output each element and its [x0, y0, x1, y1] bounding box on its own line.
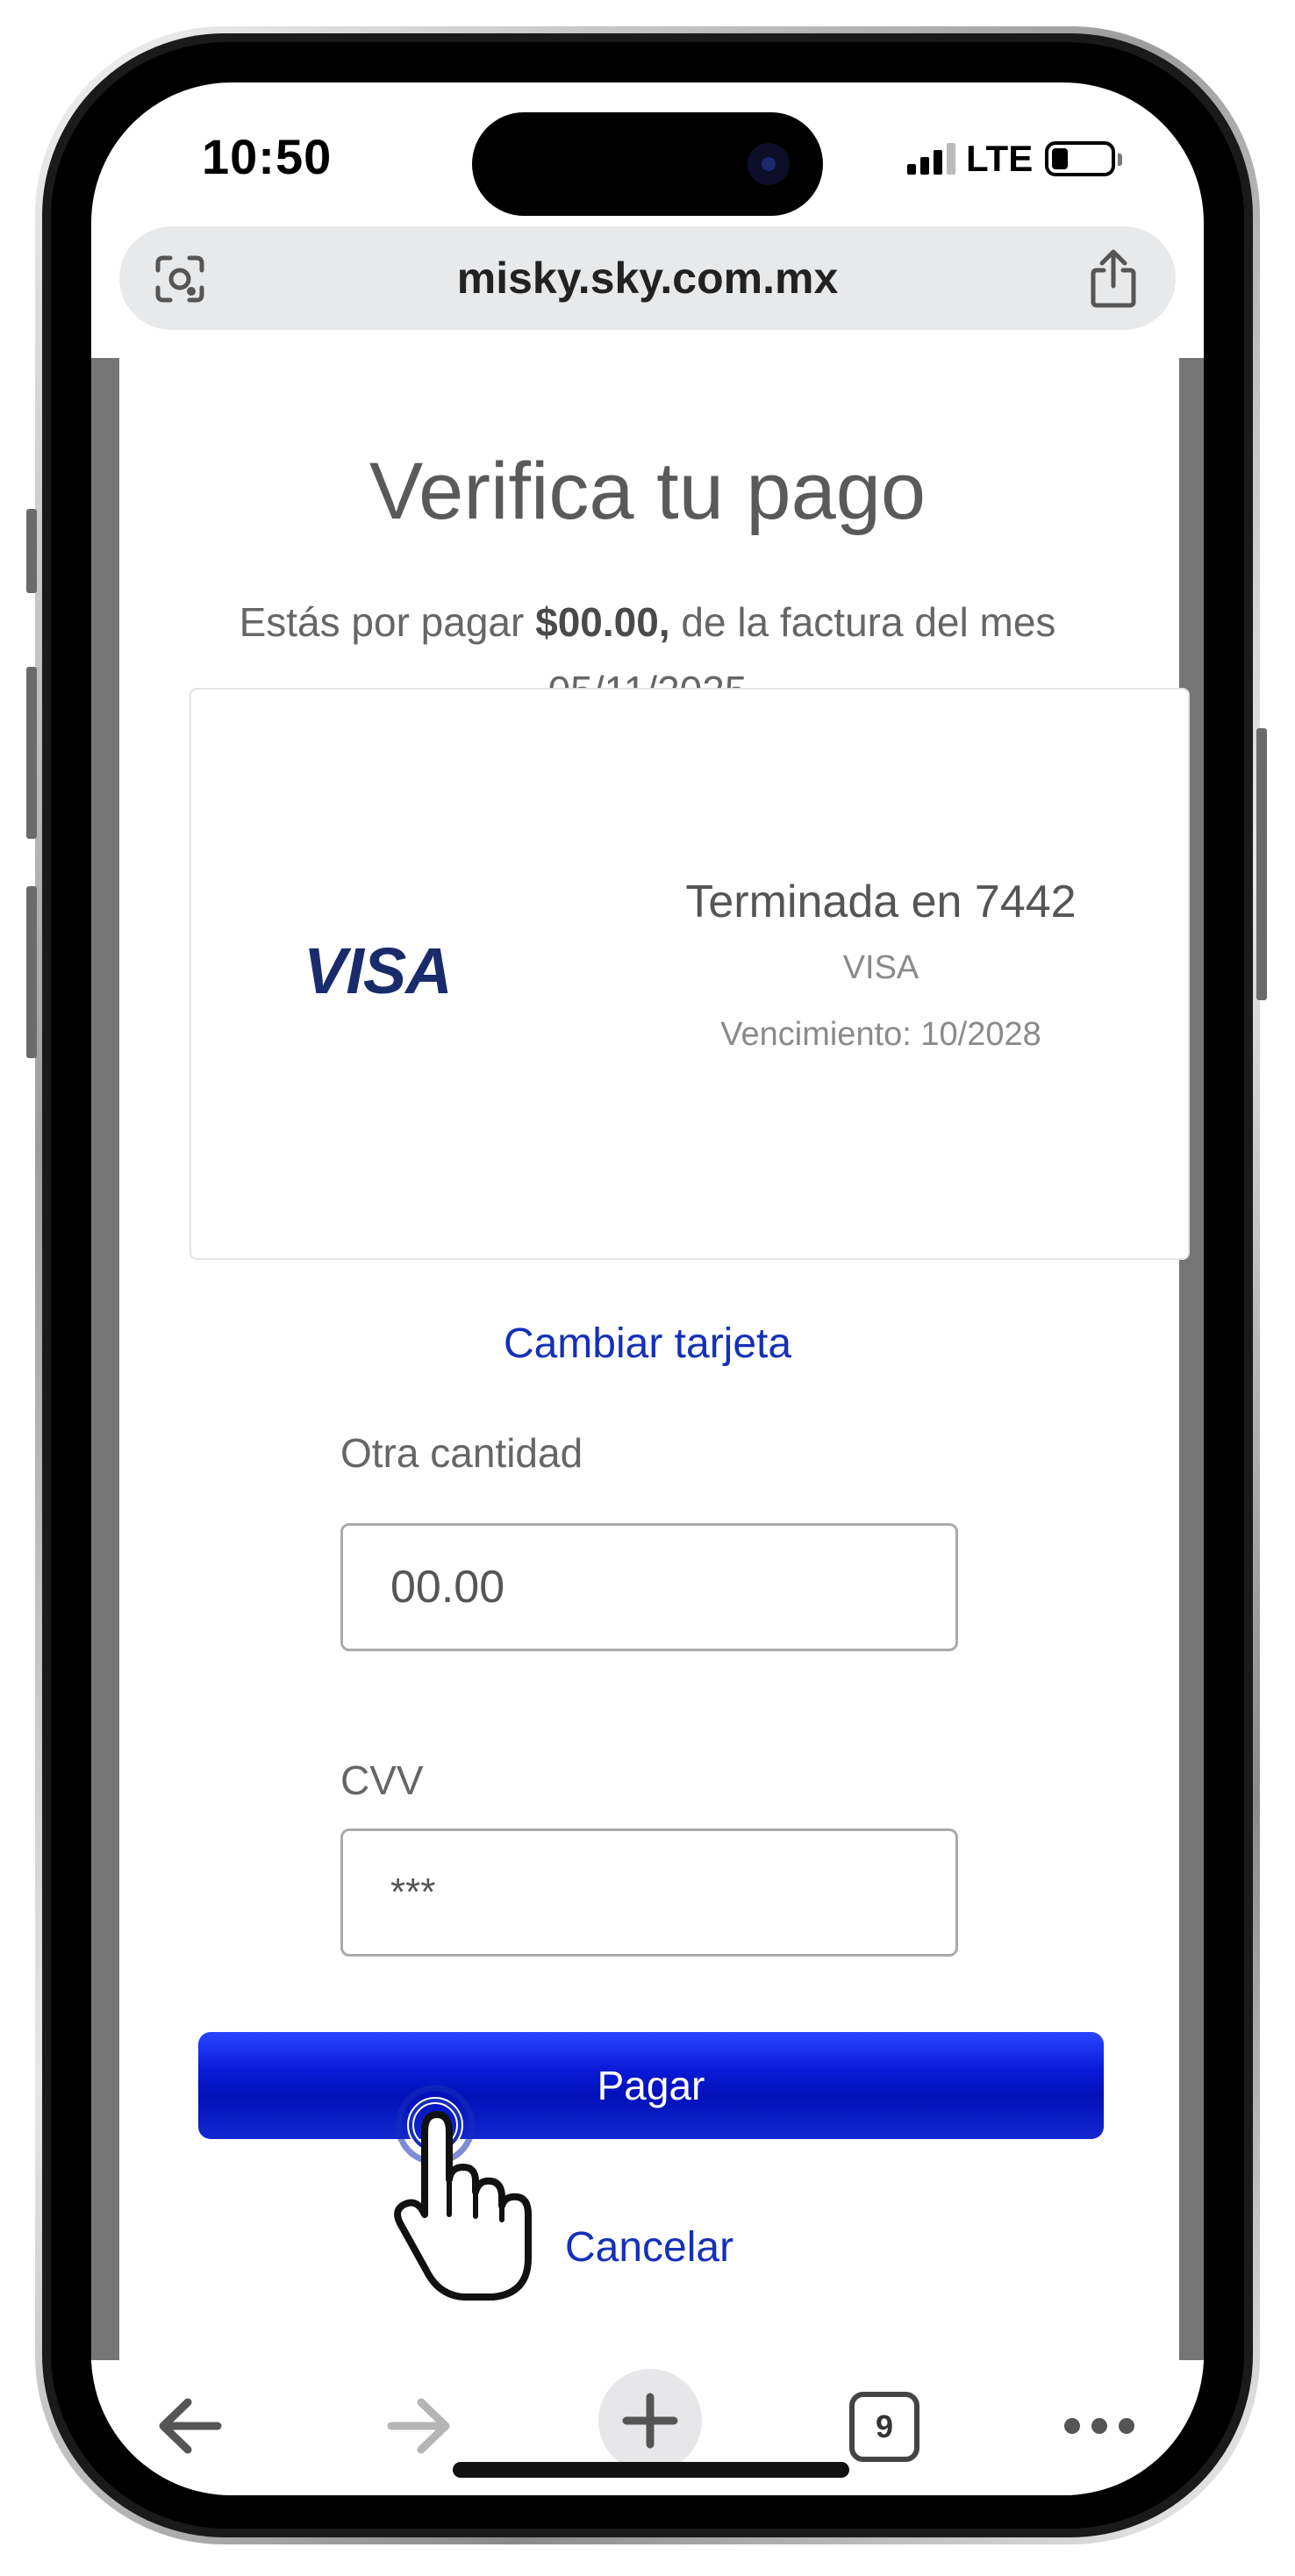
- cancel-link[interactable]: Cancelar: [565, 2223, 733, 2272]
- home-indicator[interactable]: [453, 2462, 849, 2478]
- power-button: [1256, 728, 1267, 1000]
- phone-screen: 10:50 LTE misky.sky.com.mx Verifica tu p…: [91, 82, 1204, 2495]
- tap-hand-icon: [394, 2085, 532, 2301]
- amount-label: Otra cantidad: [340, 1430, 583, 1476]
- new-tab-button[interactable]: [598, 2369, 702, 2472]
- cvv-input[interactable]: ***: [340, 1828, 958, 1957]
- forward-arrow-icon[interactable]: [368, 2360, 465, 2492]
- battery-icon: [1045, 141, 1123, 176]
- status-time: 10:50: [202, 129, 333, 184]
- address-bar[interactable]: misky.sky.com.mx: [119, 226, 1176, 330]
- payment-amount: $00.00,: [535, 599, 670, 645]
- card-ending: Terminada en 7442: [685, 877, 1077, 927]
- card-expiry: Vencimiento: 10/2028: [720, 1016, 1041, 1053]
- volume-up-button: [26, 667, 37, 839]
- more-icon[interactable]: [1051, 2360, 1148, 2492]
- signal-icon: [907, 143, 955, 175]
- action-button: [26, 509, 37, 593]
- url-text[interactable]: misky.sky.com.mx: [119, 226, 1176, 330]
- page-title: Verifica tu pago: [368, 447, 927, 536]
- visa-logo: VISA: [304, 934, 453, 1007]
- summary-prefix: Estás por pagar: [239, 599, 525, 645]
- status-indicators: LTE: [907, 137, 1123, 181]
- amount-input[interactable]: 00.00: [340, 1523, 958, 1651]
- new-tab-plus-icon: [622, 2393, 678, 2449]
- back-arrow-icon[interactable]: [144, 2360, 240, 2492]
- change-card-link[interactable]: Cambiar tarjeta: [91, 1320, 1204, 1368]
- front-camera: [748, 143, 790, 185]
- share-icon[interactable]: [1084, 247, 1142, 309]
- summary-suffix: de la factura del mes: [681, 599, 1056, 645]
- volume-down-button: [26, 886, 37, 1058]
- dynamic-island: [472, 112, 823, 216]
- tabs-icon[interactable]: 9: [849, 2392, 919, 2462]
- cvv-label: CVV: [340, 1757, 424, 1803]
- pay-button[interactable]: Pagar: [198, 2032, 1104, 2139]
- card-brand: VISA: [842, 949, 919, 986]
- network-label: LTE: [966, 138, 1034, 179]
